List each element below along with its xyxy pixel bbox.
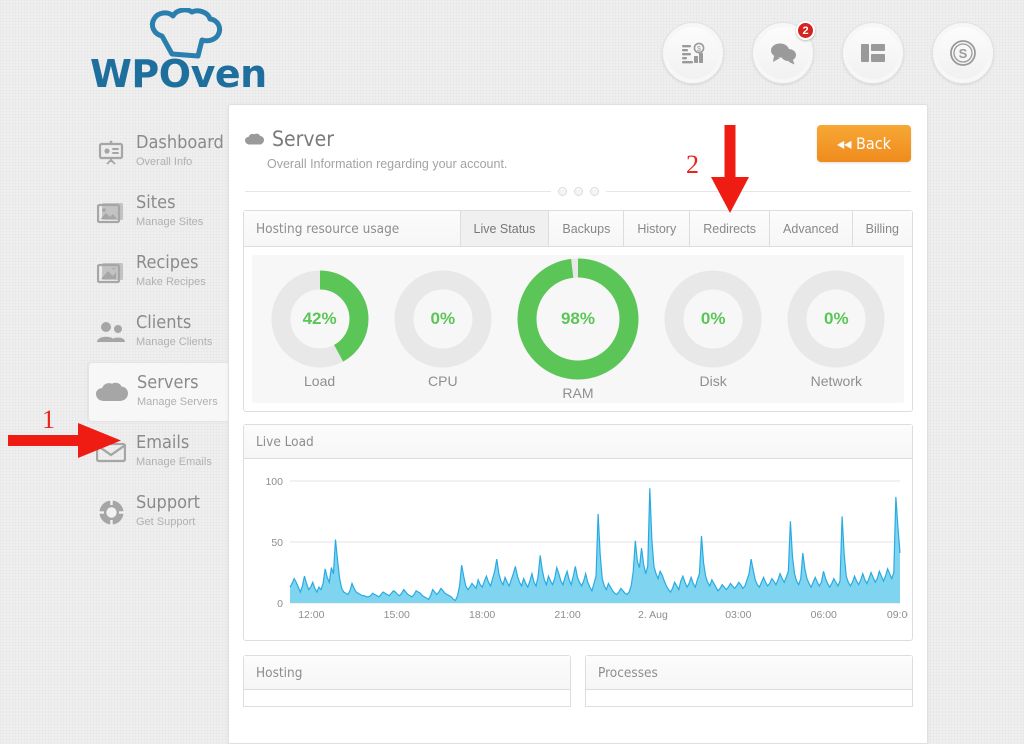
x-axis-tick: 03:00 <box>725 609 751 621</box>
life-ring-icon <box>94 497 128 527</box>
sidebar-label: Emails <box>136 432 189 453</box>
sidebar-label: Sites <box>136 192 176 213</box>
gauge-label: CPU <box>394 373 492 389</box>
y-axis-tick: 100 <box>265 476 283 488</box>
hosting-card: Hosting <box>243 655 571 707</box>
sidebar-item-dashboard[interactable]: Dashboard Overall Info <box>88 122 228 182</box>
gauge-value: 0% <box>394 270 492 368</box>
gauge-value: 0% <box>787 270 885 368</box>
y-axis-tick: 50 <box>271 537 283 549</box>
gauge-disk: 0% Disk <box>664 270 762 389</box>
cloud-icon <box>245 127 264 151</box>
presentation-icon <box>94 137 128 167</box>
carousel-divider <box>245 187 911 196</box>
header-icon-bar: $ 2 S <box>662 22 994 84</box>
processes-card-title: Processes <box>586 656 912 690</box>
sidebar-item-recipes[interactable]: Recipes Make Recipes <box>88 242 228 302</box>
x-axis-tick: 2. Aug <box>638 609 668 621</box>
tab-advanced[interactable]: Advanced <box>769 211 852 246</box>
chat-bubbles-icon-button[interactable]: 2 <box>752 22 814 84</box>
back-button-label: Back <box>856 134 891 153</box>
recipe-card-icon <box>94 257 128 287</box>
processes-card: Processes <box>585 655 913 707</box>
bottom-card-row: Hosting Processes <box>243 655 913 707</box>
page-title: Server <box>245 127 903 151</box>
cloud-icon <box>95 377 129 407</box>
gauge-label: Disk <box>664 373 762 389</box>
carousel-dot-3[interactable] <box>590 187 599 196</box>
images-icon <box>94 197 128 227</box>
carousel-dot-1[interactable] <box>558 187 567 196</box>
sidebar-sublabel: Manage Emails <box>136 456 212 468</box>
sidebar-nav: Dashboard Overall Info Sites Manage Site… <box>88 122 228 542</box>
sidebar-sublabel: Manage Servers <box>137 396 218 408</box>
sidebar-sublabel: Manage Clients <box>136 336 212 348</box>
x-axis-tick: 09:00 <box>887 609 908 621</box>
layout-panels-icon-button[interactable] <box>842 22 904 84</box>
sidebar-item-clients[interactable]: Clients Manage Clients <box>88 302 228 362</box>
y-axis-tick: 0 <box>277 598 283 610</box>
x-axis-tick: 15:00 <box>384 609 410 621</box>
sidebar-sublabel: Make Recipes <box>136 276 206 288</box>
divider-line-left <box>245 191 551 192</box>
live-load-chart: 0 50 100 12:00 15:00 18:00 21:00 2. Aug 03:00 06:… <box>244 459 912 640</box>
gauge-label: RAM <box>517 385 639 401</box>
gauge-network: 0% Network <box>787 270 885 389</box>
gauge-load: 42% Load <box>271 270 369 389</box>
people-icon <box>94 317 128 347</box>
back-button[interactable]: ◂◂ Back <box>817 125 911 162</box>
hosting-resource-card: Hosting resource usage Live Status Backu… <box>243 210 913 412</box>
chat-badge-count: 2 <box>796 21 815 40</box>
hosting-card-title: Hosting <box>244 656 570 690</box>
sidebar-sublabel: Get Support <box>136 516 195 528</box>
gauge-value: 42% <box>271 270 369 368</box>
brand-logo[interactable]: WPOven <box>90 8 290 94</box>
sidebar-label: Clients <box>136 312 191 333</box>
svg-text:S: S <box>959 46 968 61</box>
sidebar-item-support[interactable]: Support Get Support <box>88 482 228 542</box>
gauge-cpu: 0% CPU <box>394 270 492 389</box>
svg-text:$: $ <box>697 46 701 53</box>
sidebar-sublabel: Overall Info <box>136 156 192 168</box>
tab-history[interactable]: History <box>623 211 689 246</box>
x-axis-tick: 12:00 <box>298 609 324 621</box>
page-subtitle: Overall Information regarding your accou… <box>267 157 903 171</box>
annotation-arrow-1 <box>8 420 123 465</box>
sidebar-item-sites[interactable]: Sites Manage Sites <box>88 182 228 242</box>
sidebar-label: Servers <box>137 372 199 393</box>
x-axis-tick: 06:00 <box>811 609 837 621</box>
sidebar-label: Dashboard <box>136 132 224 153</box>
annotation-arrow-2 <box>708 125 752 220</box>
page-header: Server Overall Information regarding you… <box>229 105 927 171</box>
resource-card-title: Hosting resource usage <box>244 211 460 246</box>
sidebar-sublabel: Manage Sites <box>136 216 203 228</box>
annotation-number-2: 2 <box>686 150 699 180</box>
finance-stats-icon-button[interactable]: $ <box>662 22 724 84</box>
carousel-dot-2[interactable] <box>574 187 583 196</box>
double-left-arrow-icon: ◂◂ <box>837 134 851 153</box>
sidebar-item-servers[interactable]: Servers Manage Servers <box>88 362 228 422</box>
live-load-card: Live Load 0 50 100 12:00 15:00 18:00 21:00 2. A… <box>243 424 913 641</box>
x-axis-tick: 21:00 <box>554 609 580 621</box>
tab-billing[interactable]: Billing <box>852 211 912 246</box>
dollar-coin-icon-button[interactable]: S <box>932 22 994 84</box>
gauge-label: Load <box>271 373 369 389</box>
main-content-panel: Server Overall Information regarding you… <box>228 104 928 744</box>
gauge-label: Network <box>787 373 885 389</box>
sidebar-label: Recipes <box>136 252 199 273</box>
page-title-text: Server <box>272 127 334 151</box>
tab-backups[interactable]: Backups <box>548 211 623 246</box>
gauge-value: 0% <box>664 270 762 368</box>
resource-gauges: 42% Load 0% CPU 98% RAM 0% Disk 0% Network <box>252 255 904 403</box>
gauge-ram: 98% RAM <box>517 258 639 401</box>
divider-line-right <box>606 191 912 192</box>
x-axis-tick: 18:00 <box>469 609 495 621</box>
gauge-value: 98% <box>517 258 639 380</box>
tab-live-status[interactable]: Live Status <box>460 211 549 246</box>
live-load-title: Live Load <box>244 425 912 459</box>
chart-area <box>290 488 900 603</box>
brand-name: WPOven <box>90 52 267 96</box>
resource-card-header: Hosting resource usage Live Status Backu… <box>244 211 912 247</box>
sidebar-label: Support <box>136 492 200 513</box>
